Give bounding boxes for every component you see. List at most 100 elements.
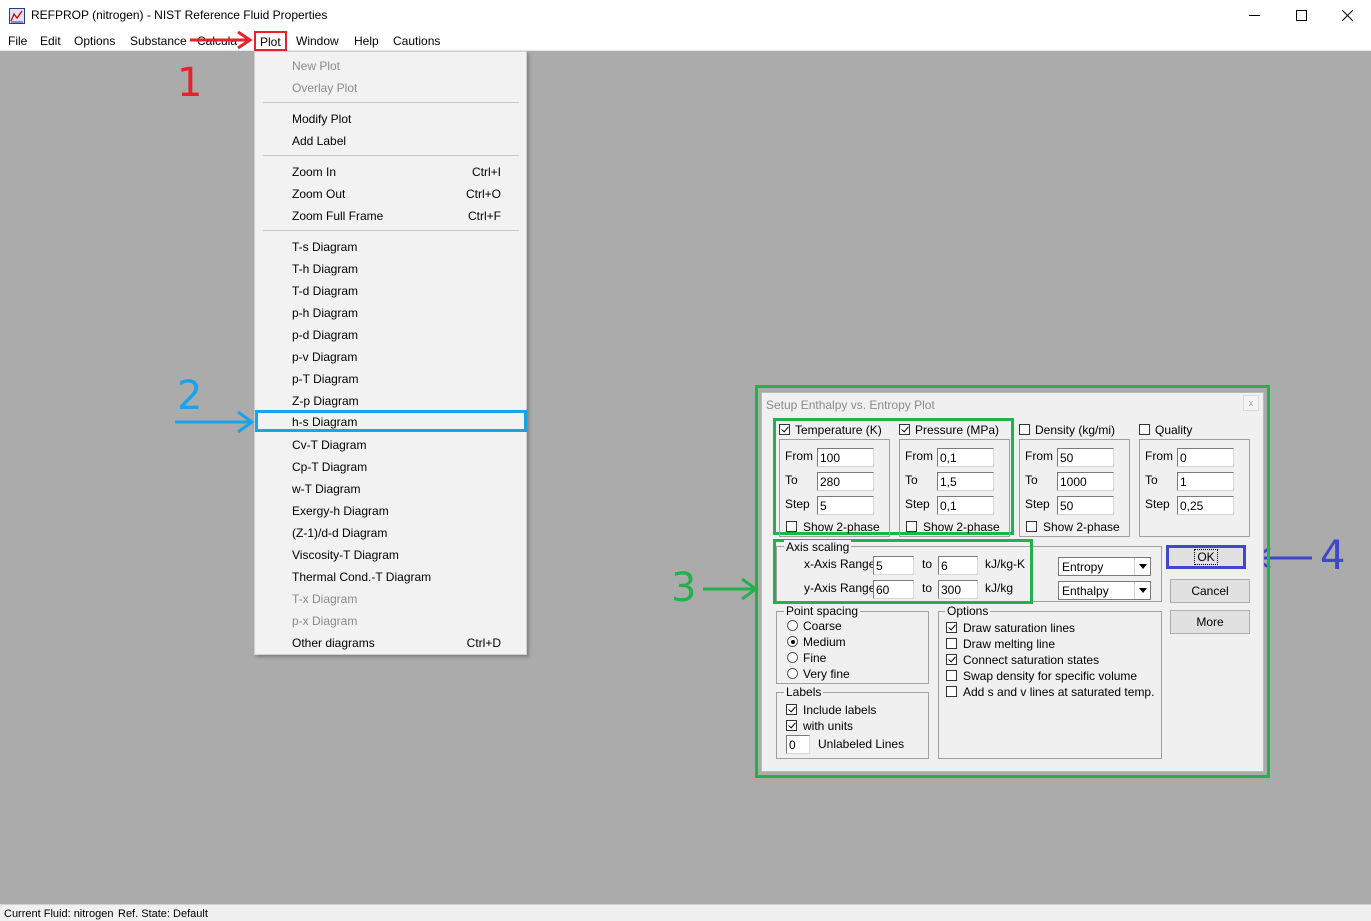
coarse-radio[interactable] (787, 620, 798, 631)
include-labels-checkbox[interactable] (786, 704, 797, 715)
minimize-button[interactable] (1231, 0, 1277, 30)
density-from-input[interactable]: 50 (1057, 448, 1114, 467)
density-show-2phase-checkbox[interactable] (1026, 521, 1037, 532)
unlabeled-lines-input[interactable]: 0 (786, 735, 810, 754)
temperature-show-2phase-label: Show 2-phase (803, 520, 880, 534)
menu-item-pt-diagram[interactable]: p-T Diagram (255, 367, 526, 389)
menu-plot[interactable]: Plot (254, 31, 287, 51)
draw-saturation-lines-checkbox[interactable] (946, 622, 957, 633)
refprop-chart-icon (9, 8, 25, 24)
x-axis-property-select[interactable]: Entropy (1058, 557, 1151, 576)
plot-menu-dropdown: New Plot Overlay Plot Modify Plot Add La… (254, 51, 527, 655)
ok-button[interactable]: OK (1166, 545, 1246, 569)
menu-item-zoom-in[interactable]: Zoom In Ctrl+I (255, 160, 526, 182)
y-axis-from-input[interactable]: 60 (873, 580, 914, 599)
swap-density-checkbox[interactable] (946, 670, 957, 681)
x-axis-from-input[interactable]: 5 (873, 556, 914, 575)
quality-step-input[interactable]: 0,25 (1177, 496, 1234, 515)
menu-item-thermal-cond-t-diagram[interactable]: Thermal Cond.-T Diagram (255, 565, 526, 587)
with-units-label: with units (803, 719, 854, 733)
menu-substance[interactable]: Substance (130, 34, 187, 48)
pressure-step-input[interactable]: 0,1 (937, 496, 994, 515)
menu-item-modify-plot[interactable]: Modify Plot (255, 107, 526, 129)
menu-item-tx-diagram[interactable]: T-x Diagram (255, 587, 526, 609)
x-axis-units: kJ/kg-K (985, 557, 1026, 571)
menu-item-td-diagram[interactable]: T-d Diagram (255, 279, 526, 301)
pressure-to-input[interactable]: 1,5 (937, 472, 994, 491)
menu-item-cpt-diagram[interactable]: Cp-T Diagram (255, 455, 526, 477)
quality-to-label: To (1145, 473, 1158, 487)
menu-item-exergy-h-diagram[interactable]: Exergy-h Diagram (255, 499, 526, 521)
menu-item-pv-diagram[interactable]: p-v Diagram (255, 345, 526, 367)
density-step-label: Step (1025, 497, 1050, 511)
density-show-2phase-label: Show 2-phase (1043, 520, 1120, 534)
menu-item-overlay-plot[interactable]: Overlay Plot (255, 76, 526, 98)
pressure-show-2phase-checkbox[interactable] (906, 521, 917, 532)
fine-radio[interactable] (787, 652, 798, 663)
density-to-input[interactable]: 1000 (1057, 472, 1114, 491)
temperature-checkbox[interactable] (779, 424, 790, 435)
menu-bar: File Edit Options Substance Calcula Plot… (0, 30, 1371, 51)
medium-label: Medium (803, 635, 846, 649)
more-button[interactable]: More (1170, 610, 1250, 634)
menu-options[interactable]: Options (74, 34, 115, 48)
menu-item-new-plot[interactable]: New Plot (255, 54, 526, 76)
density-checkbox[interactable] (1019, 424, 1030, 435)
menu-item-px-diagram[interactable]: p-x Diagram (255, 609, 526, 631)
x-axis-range-label: x-Axis Range (804, 557, 876, 571)
status-ref-state: Ref. State: Default (118, 908, 208, 920)
quality-from-input[interactable]: 0 (1177, 448, 1234, 467)
medium-radio[interactable] (787, 636, 798, 647)
menu-item-ph-diagram[interactable]: p-h Diagram (255, 301, 526, 323)
temperature-to-input[interactable]: 280 (817, 472, 874, 491)
temperature-from-input[interactable]: 100 (817, 448, 874, 467)
density-label: Density (kg/mi) (1035, 423, 1116, 437)
menu-item-other-diagrams[interactable]: Other diagrams Ctrl+D (255, 631, 526, 653)
menu-item-th-diagram[interactable]: T-h Diagram (255, 257, 526, 279)
annotation-step-4: 4 (1320, 533, 1346, 579)
annotation-step-1: 1 (177, 60, 203, 106)
close-button[interactable] (1324, 0, 1370, 30)
annotation-step-2: 2 (177, 373, 203, 419)
draw-melting-line-label: Draw melting line (963, 637, 1056, 651)
very-fine-radio[interactable] (787, 668, 798, 679)
quality-checkbox[interactable] (1139, 424, 1150, 435)
connect-saturation-states-checkbox[interactable] (946, 654, 957, 665)
menu-help[interactable]: Help (354, 34, 379, 48)
menu-item-add-label[interactable]: Add Label (255, 129, 526, 151)
menu-item-cvt-diagram[interactable]: Cv-T Diagram (255, 433, 526, 455)
menu-file[interactable]: File (8, 34, 27, 48)
density-step-input[interactable]: 50 (1057, 496, 1114, 515)
with-units-checkbox[interactable] (786, 720, 797, 731)
pressure-step-label: Step (905, 497, 930, 511)
menu-item-zoom-full-frame[interactable]: Zoom Full Frame Ctrl+F (255, 204, 526, 226)
pressure-checkbox[interactable] (899, 424, 910, 435)
temperature-show-2phase-checkbox[interactable] (786, 521, 797, 532)
menu-separator (263, 155, 519, 156)
maximize-button[interactable] (1278, 0, 1324, 30)
pressure-from-input[interactable]: 0,1 (937, 448, 994, 467)
menu-calculate[interactable]: Calcula (197, 34, 237, 48)
cancel-button[interactable]: Cancel (1170, 579, 1250, 603)
dialog-close-icon[interactable]: x (1243, 395, 1259, 411)
menu-item-pd-diagram[interactable]: p-d Diagram (255, 323, 526, 345)
menu-item-zp-diagram[interactable]: Z-p Diagram (255, 389, 526, 411)
temperature-step-input[interactable]: 5 (817, 496, 874, 515)
menu-item-wt-diagram[interactable]: w-T Diagram (255, 477, 526, 499)
x-axis-property-value: Entropy (1062, 560, 1104, 574)
quality-to-input[interactable]: 1 (1177, 472, 1234, 491)
menu-edit[interactable]: Edit (40, 34, 61, 48)
menu-item-z1d-d-diagram[interactable]: (Z-1)/d-d Diagram (255, 521, 526, 543)
y-axis-property-select[interactable]: Enthalpy (1058, 581, 1151, 600)
include-labels-label: Include labels (803, 703, 877, 717)
menu-item-hs-diagram[interactable]: h-s Diagram (255, 410, 527, 432)
y-axis-to-input[interactable]: 300 (938, 580, 978, 599)
menu-item-zoom-out[interactable]: Zoom Out Ctrl+O (255, 182, 526, 204)
add-s-v-lines-checkbox[interactable] (946, 686, 957, 697)
menu-window[interactable]: Window (296, 34, 339, 48)
x-axis-to-input[interactable]: 6 (938, 556, 978, 575)
menu-cautions[interactable]: Cautions (393, 34, 440, 48)
menu-item-ts-diagram[interactable]: T-s Diagram (255, 235, 526, 257)
draw-melting-line-checkbox[interactable] (946, 638, 957, 649)
menu-item-viscosity-t-diagram[interactable]: Viscosity-T Diagram (255, 543, 526, 565)
